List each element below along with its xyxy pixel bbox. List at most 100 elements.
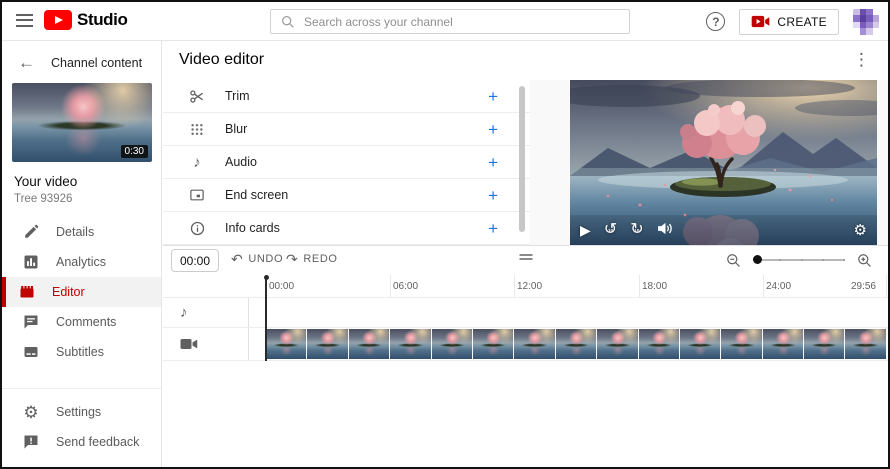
tools-scrollbar[interactable] [519, 86, 525, 232]
scissors-icon [188, 89, 206, 104]
forward-10-button[interactable]: ↻ 10 [630, 222, 643, 238]
music-note-icon: ♪ [193, 153, 201, 171]
audio-track-header: ♪ [163, 298, 249, 327]
editor-header: Video editor ⋮ [163, 41, 888, 80]
tool-label: Blur [225, 122, 248, 136]
filmstrip-thumbnail [597, 329, 639, 359]
tool-row-end-screen[interactable]: End screen + [163, 179, 530, 212]
redo-button[interactable]: ↷ REDO [286, 252, 338, 266]
back-label: Channel content [51, 55, 143, 70]
sidebar-item-label: Comments [56, 315, 117, 329]
create-label: CREATE [777, 14, 827, 29]
current-time-input[interactable]: 00:00 [171, 249, 219, 272]
gear-icon: ⚙ [23, 402, 39, 422]
filmstrip-thumbnail [307, 329, 349, 359]
youtube-play-icon [44, 10, 72, 30]
video-subtitle: Tree 93926 [14, 193, 73, 205]
video-track-header [163, 328, 249, 360]
sidebar-item-settings[interactable]: ⚙ Settings [2, 397, 161, 427]
filmstrip-thumbnail [431, 329, 473, 359]
subtitles-icon [24, 347, 38, 357]
create-button[interactable]: CREATE [739, 8, 839, 35]
zoom-slider-knob[interactable] [753, 255, 762, 264]
editor-icon [20, 286, 34, 298]
create-video-icon [752, 15, 770, 28]
video-preview[interactable]: ▶ ↺ 10 ↻ 10 ⚙ [570, 80, 877, 245]
tool-row-info-cards[interactable]: Info cards + [163, 212, 530, 245]
undo-icon: ↶ [231, 251, 244, 267]
add-end-screen-button[interactable]: + [488, 187, 498, 204]
tool-row-trim[interactable]: Trim + [163, 80, 530, 113]
tool-label: Info cards [225, 221, 280, 235]
add-trim-button[interactable]: + [488, 88, 498, 105]
redo-label: REDO [303, 253, 338, 265]
tool-label: Trim [225, 89, 250, 103]
sidebar-item-subtitles[interactable]: Subtitles [2, 337, 161, 367]
search-bar[interactable] [270, 9, 630, 34]
timeline-resize-handle[interactable] [519, 254, 532, 262]
sidebar-item-comments[interactable]: Comments [2, 307, 161, 337]
ruler-tick: 29:56 [850, 281, 876, 292]
sidebar-item-analytics[interactable]: Analytics [2, 247, 161, 277]
search-icon [282, 15, 294, 28]
add-audio-button[interactable]: + [488, 154, 498, 171]
sidebar-item-details[interactable]: Details [2, 217, 161, 247]
sidebar-item-label: Editor [52, 285, 85, 299]
ruler-tick: 18:00 [642, 281, 668, 292]
filmstrip-thumbnail [348, 329, 391, 359]
back-to-channel-content[interactable]: ← Channel content [2, 41, 161, 81]
tool-label: End screen [225, 188, 289, 202]
main-panel: Video editor ⋮ Trim + Blur + ♪ Audio + E… [163, 41, 888, 467]
topbar-actions: ? CREATE [706, 2, 879, 41]
sidebar-item-label: Send feedback [56, 435, 140, 449]
play-button[interactable]: ▶ [580, 223, 591, 237]
avatar[interactable] [853, 8, 879, 35]
timeline-panel: 00:00 ↶ UNDO ↷ REDO 00:00 06:00 12:00 18… [163, 245, 888, 467]
topbar: Studio ? CREATE [2, 2, 888, 41]
volume-icon[interactable] [657, 222, 674, 239]
video-track-row[interactable] [163, 328, 888, 361]
search-input[interactable] [304, 14, 629, 29]
sidebar-item-label: Analytics [56, 255, 107, 269]
tool-row-blur[interactable]: Blur + [163, 113, 530, 146]
audio-track-row[interactable]: ♪ [163, 298, 888, 328]
sidebar: ← Channel content 0:30 Your video Tree 9… [2, 41, 162, 467]
filmstrip-thumbnail [638, 329, 680, 359]
filmstrip[interactable] [266, 329, 886, 359]
tool-row-audio[interactable]: ♪ Audio + [163, 146, 530, 179]
filmstrip-thumbnail [555, 329, 598, 359]
filmstrip-thumbnail [721, 329, 763, 359]
info-icon [188, 221, 206, 236]
hamburger-menu-icon[interactable] [16, 14, 33, 27]
comments-icon [24, 315, 38, 329]
filmstrip-thumbnail [514, 329, 556, 359]
undo-button[interactable]: ↶ UNDO [231, 252, 283, 266]
zoom-slider[interactable] [753, 251, 845, 269]
ruler-tick: 24:00 [766, 281, 792, 292]
filmstrip-thumbnail [390, 329, 432, 359]
player-controls: ▶ ↺ 10 ↻ 10 ⚙ [570, 215, 877, 245]
zoom-out-icon[interactable] [726, 253, 741, 268]
sidebar-item-editor[interactable]: Editor [2, 277, 161, 307]
end-screen-icon [188, 188, 206, 202]
rewind-10-button[interactable]: ↺ 10 [604, 222, 617, 238]
add-info-cards-button[interactable]: + [488, 220, 498, 237]
blur-icon [188, 122, 206, 136]
ruler-tick: 00:00 [269, 281, 295, 292]
music-note-icon: ♪ [180, 304, 188, 321]
editor-tools-panel: Trim + Blur + ♪ Audio + End screen + Inf… [163, 80, 530, 245]
video-thumbnail[interactable]: 0:30 [12, 83, 152, 162]
redo-icon: ↷ [286, 251, 299, 267]
sidebar-item-label: Subtitles [56, 345, 104, 359]
timeline-toolbar: 00:00 ↶ UNDO ↷ REDO [163, 246, 888, 275]
undo-label: UNDO [248, 253, 284, 265]
kebab-menu-icon[interactable]: ⋮ [853, 50, 870, 70]
youtube-studio-logo[interactable]: Studio [44, 10, 128, 30]
player-settings-icon[interactable]: ⚙ [854, 223, 867, 238]
sidebar-item-send-feedback[interactable]: Send feedback [2, 427, 161, 457]
help-icon[interactable]: ? [706, 12, 726, 31]
timeline-ruler[interactable]: 00:00 06:00 12:00 18:00 24:00 29:56 [163, 275, 888, 298]
zoom-in-icon[interactable] [857, 253, 872, 268]
add-blur-button[interactable]: + [488, 121, 498, 138]
playhead[interactable] [263, 275, 269, 361]
